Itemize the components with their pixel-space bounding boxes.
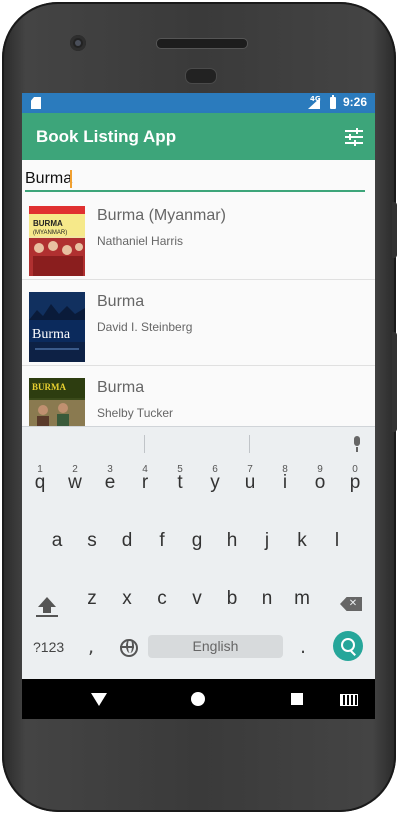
key-label: o — [314, 472, 326, 493]
list-item[interactable]: Burma Burma David I. Steinberg — [22, 280, 375, 366]
suggestion-divider — [249, 435, 250, 453]
key-f[interactable]: f — [145, 519, 179, 559]
soft-keyboard: 1q 2w 3e 4r 5t 6y 7u 8i 9o 0p a s d f g … — [22, 426, 375, 680]
search-bar — [22, 160, 375, 194]
key-label: y — [210, 472, 220, 493]
key-hint: 3 — [107, 464, 113, 475]
key-r[interactable]: 4r — [128, 461, 162, 501]
key-hint: 7 — [247, 464, 253, 475]
book-cover: BURMA (MYANMAR) — [29, 206, 85, 276]
key-label: t — [177, 472, 183, 493]
screen: 4G 9:26 Book Listing App BURMA (MYANMAR) — [22, 93, 375, 719]
key-label: i — [282, 472, 288, 493]
key-t[interactable]: 5t — [163, 461, 197, 501]
proximity-sensor — [185, 68, 217, 84]
key-z[interactable]: z — [75, 577, 109, 617]
key-h[interactable]: h — [215, 519, 249, 559]
period-key[interactable]: . — [300, 637, 306, 657]
key-o[interactable]: 9o — [303, 461, 337, 501]
recents-icon[interactable] — [291, 693, 303, 705]
key-label: u — [244, 472, 256, 493]
book-list: BURMA (MYANMAR) Burma (Myanmar) Nathanie… — [22, 194, 375, 426]
key-l[interactable]: l — [320, 519, 354, 559]
key-hint: 1 — [37, 464, 43, 475]
book-title: Burma (Myanmar) — [97, 207, 226, 224]
list-item[interactable]: BURMA Burma Shelby Tucker — [22, 366, 375, 426]
search-input[interactable] — [25, 168, 365, 192]
app-bar: Book Listing App — [22, 113, 375, 160]
key-hint: 6 — [212, 464, 218, 475]
backspace-icon[interactable]: ✕ — [340, 597, 362, 611]
svg-text:Burma: Burma — [32, 327, 71, 342]
key-j[interactable]: j — [250, 519, 284, 559]
svg-text:BURMA: BURMA — [33, 219, 63, 228]
list-item[interactable]: BURMA (MYANMAR) Burma (Myanmar) Nathanie… — [22, 194, 375, 280]
key-label: q — [34, 472, 46, 493]
key-hint: 2 — [72, 464, 78, 475]
svg-text:BURMA: BURMA — [32, 382, 66, 392]
status-time: 9:26 — [343, 95, 368, 109]
key-m[interactable]: m — [285, 577, 319, 617]
svg-text:(MYANMAR): (MYANMAR) — [33, 230, 67, 236]
battery-icon — [330, 95, 336, 109]
book-author: Nathaniel Harris — [97, 234, 184, 248]
key-v[interactable]: v — [180, 577, 214, 617]
mic-icon[interactable] — [352, 436, 362, 452]
key-x[interactable]: x — [110, 577, 144, 617]
book-cover: Burma — [29, 292, 85, 362]
key-y[interactable]: 6y — [198, 461, 232, 501]
key-s[interactable]: s — [75, 519, 109, 559]
sd-card-icon — [31, 97, 41, 109]
key-label: p — [349, 472, 361, 493]
key-hint: 4 — [142, 464, 148, 475]
text-caret — [70, 170, 72, 188]
book-author: David I. Steinberg — [97, 320, 193, 334]
volume-button — [392, 332, 397, 432]
earpiece-speaker — [156, 38, 248, 49]
key-i[interactable]: 8i — [268, 461, 302, 501]
globe-icon[interactable] — [120, 639, 138, 657]
tune-icon[interactable] — [345, 128, 363, 146]
book-author: Shelby Tucker — [97, 406, 174, 420]
book-cover: BURMA — [29, 378, 85, 426]
key-hint: 8 — [282, 464, 288, 475]
app-title: Book Listing App — [36, 127, 177, 146]
comma-key[interactable]: , — [88, 637, 94, 657]
key-hint: 9 — [317, 464, 323, 475]
front-camera — [70, 35, 86, 51]
key-a[interactable]: a — [40, 519, 74, 559]
key-hint: 5 — [177, 464, 183, 475]
key-u[interactable]: 7u — [233, 461, 267, 501]
space-key[interactable]: English — [148, 635, 283, 658]
symbols-key[interactable]: ?123 — [33, 637, 64, 657]
key-label: e — [104, 472, 116, 493]
key-g[interactable]: g — [180, 519, 214, 559]
status-bar: 4G 9:26 — [22, 93, 375, 113]
key-p[interactable]: 0p — [338, 461, 372, 501]
key-k[interactable]: k — [285, 519, 319, 559]
key-b[interactable]: b — [215, 577, 249, 617]
back-icon[interactable] — [91, 693, 107, 706]
key-label: r — [141, 472, 149, 493]
key-label: w — [68, 472, 82, 493]
book-title: Burma — [97, 379, 145, 396]
suggestion-divider — [144, 435, 145, 453]
key-e[interactable]: 3e — [93, 461, 127, 501]
home-icon[interactable] — [191, 692, 205, 706]
navigation-bar — [22, 679, 375, 719]
key-q[interactable]: 1q — [23, 461, 57, 501]
keyboard-switch-icon[interactable] — [340, 694, 358, 706]
key-d[interactable]: d — [110, 519, 144, 559]
key-n[interactable]: n — [250, 577, 284, 617]
key-hint: 0 — [352, 464, 358, 475]
key-w[interactable]: 2w — [58, 461, 92, 501]
suggestion-strip — [22, 427, 375, 459]
search-icon[interactable] — [333, 631, 363, 661]
power-button — [392, 202, 397, 258]
shift-icon-stem — [43, 607, 51, 613]
book-title: Burma — [97, 293, 145, 310]
key-c[interactable]: c — [145, 577, 179, 617]
